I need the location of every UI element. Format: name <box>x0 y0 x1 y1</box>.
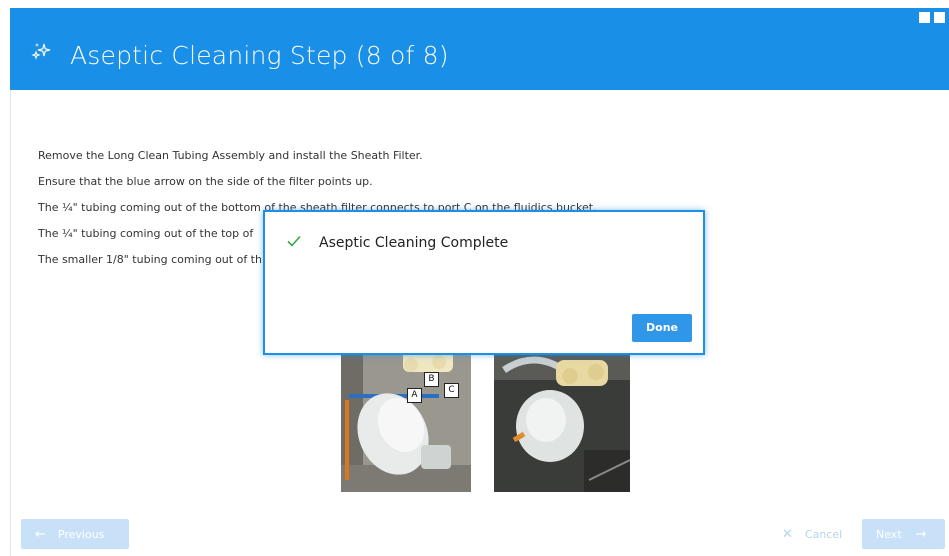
cancel-label: Cancel <box>804 527 843 541</box>
port-label-c: C <box>444 383 459 398</box>
next-label: Next <box>876 527 902 541</box>
completion-dialog: Aseptic Cleaning Complete Done <box>263 210 705 355</box>
arrow-left-icon: ← <box>35 526 46 542</box>
next-button[interactable]: Next → <box>862 519 945 549</box>
instruction-line: Remove the Long Clean Tubing Assembly an… <box>38 149 423 162</box>
window-controls <box>919 12 945 23</box>
previous-label: Previous <box>57 527 105 541</box>
port-label-a: A <box>407 388 422 403</box>
page-title: Aseptic Cleaning Step (8 of 8) <box>70 41 449 70</box>
dialog-title: Aseptic Cleaning Complete <box>319 235 509 251</box>
sparkle-icon <box>31 43 51 60</box>
filter-photo-illustration <box>341 340 471 492</box>
sheath-filter-photo-installed <box>494 340 630 492</box>
cancel-button[interactable]: ✕ Cancel <box>778 519 854 549</box>
sheath-filter-photo-ports: A B C <box>341 340 471 492</box>
minimize-button[interactable] <box>919 12 930 23</box>
check-icon <box>287 235 301 247</box>
installed-photo-illustration <box>494 340 630 492</box>
done-button[interactable]: Done <box>632 314 692 342</box>
previous-button[interactable]: ← Previous <box>21 519 129 549</box>
content-border <box>10 90 11 556</box>
maximize-button[interactable] <box>934 12 945 23</box>
close-icon: ✕ <box>782 526 793 542</box>
instruction-line: Ensure that the blue arrow on the side o… <box>38 175 373 188</box>
header-bar: Aseptic Cleaning Step (8 of 8) <box>10 8 949 90</box>
arrow-right-icon: → <box>915 526 927 542</box>
port-label-b: B <box>424 372 439 387</box>
